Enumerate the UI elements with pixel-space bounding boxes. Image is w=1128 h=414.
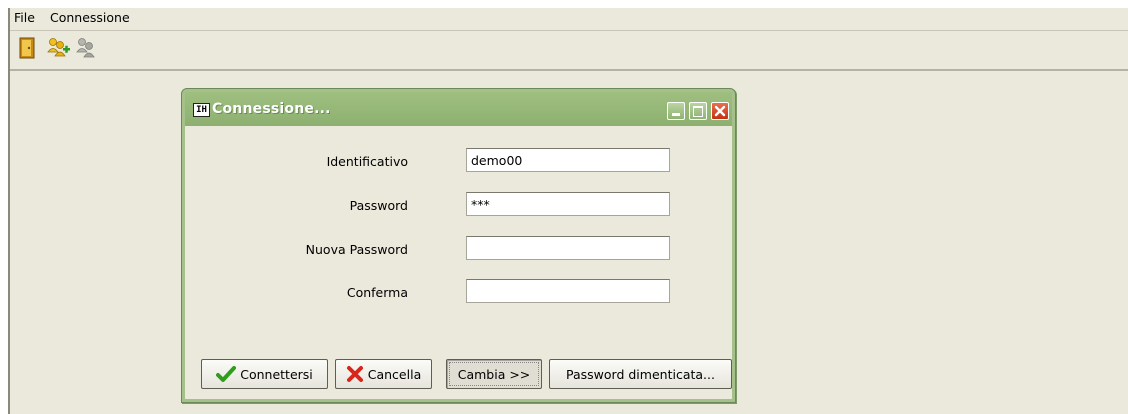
nuova-password-label: Nuova Password: [305, 242, 408, 257]
cancel-button[interactable]: Cancella: [335, 359, 432, 389]
connect-button-label: Connettersi: [240, 366, 313, 382]
toolbar: [10, 31, 1128, 71]
forgot-password-button[interactable]: Password dimenticata...: [549, 359, 732, 389]
dialog-body: Identificativo Password Nuova Password C…: [185, 126, 732, 399]
minimize-button[interactable]: [667, 102, 685, 120]
dialog-titlebar[interactable]: IH Connessione...: [185, 92, 732, 126]
conferma-input[interactable]: [466, 279, 670, 303]
forgot-password-button-label: Password dimenticata...: [566, 366, 715, 382]
password-label: Password: [349, 198, 408, 213]
add-user-icon[interactable]: [46, 36, 70, 60]
menu-connessione[interactable]: Connessione: [48, 9, 132, 27]
app-logo-icon: IH: [193, 103, 210, 117]
change-button[interactable]: Cambia >>: [446, 359, 542, 389]
close-button[interactable]: [711, 102, 729, 120]
password-input[interactable]: [466, 192, 670, 216]
dialog-title: Connessione...: [212, 101, 331, 117]
close-icon: [714, 105, 726, 117]
disconnect-icon[interactable]: [74, 36, 98, 60]
connection-dialog: IH Connessione... Identificativo Passwor…: [181, 88, 736, 403]
conferma-label: Conferma: [346, 285, 408, 300]
focus-outline: [449, 362, 539, 386]
checkmark-icon: [216, 366, 237, 382]
connect-button[interactable]: Connettersi: [201, 359, 328, 389]
identificativo-label: Identificativo: [326, 154, 408, 169]
nuova-password-input[interactable]: [466, 236, 670, 260]
cancel-button-label: Cancella: [367, 366, 422, 382]
maximize-button[interactable]: [689, 102, 707, 120]
red-x-icon: [346, 366, 363, 382]
menu-bar: File Connessione: [10, 8, 1128, 31]
identificativo-input[interactable]: [466, 148, 670, 172]
exit-door-icon[interactable]: [16, 36, 40, 60]
menu-file[interactable]: File: [12, 9, 37, 27]
